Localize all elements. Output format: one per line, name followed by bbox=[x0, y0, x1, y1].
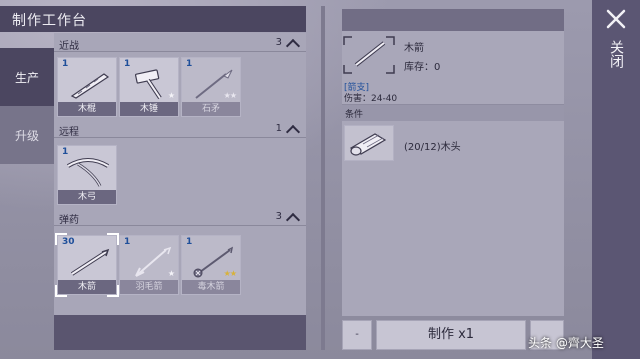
window-title-bar: 制作工作台 bbox=[0, 6, 306, 32]
collapse-chevron-icon[interactable] bbox=[285, 38, 301, 54]
rarity-stars: ★ bbox=[167, 269, 175, 278]
close-label[interactable]: 关闭 bbox=[608, 40, 624, 68]
detail-panel: 木箭 库存：0 [箭支] 伤害：24-40 条件 (20/12)木头 bbox=[342, 31, 564, 316]
collapse-chevron-icon[interactable] bbox=[285, 124, 301, 140]
recipe-card-wooden-hammer[interactable]: 1 ★ 木锤 bbox=[119, 57, 179, 117]
detail-item-frame bbox=[342, 35, 396, 75]
list-footer bbox=[54, 315, 306, 350]
category-count: 3 bbox=[275, 37, 282, 48]
close-panel[interactable]: 关闭 bbox=[592, 0, 640, 359]
window-title: 制作工作台 bbox=[12, 13, 87, 29]
recipe-card-wooden-stick[interactable]: 1 木棍 bbox=[57, 57, 117, 117]
side-tabs: 生产 升级 bbox=[0, 33, 54, 348]
category-header-ranged[interactable]: 远程 1 bbox=[54, 121, 306, 140]
material-slot[interactable] bbox=[344, 125, 394, 161]
rarity-stars: ★ bbox=[167, 91, 175, 100]
item-name: 毒木箭 bbox=[182, 280, 240, 294]
watermark: 头条 @齊大圣 bbox=[528, 336, 604, 350]
item-name: 木棍 bbox=[58, 102, 116, 116]
detail-title-bar bbox=[342, 9, 564, 31]
category-count: 1 bbox=[275, 123, 282, 134]
decrease-quantity-button[interactable]: - bbox=[342, 320, 372, 350]
recipe-card-poison-arrow[interactable]: 1 ★★ 毒木箭 bbox=[181, 235, 241, 295]
category-name: 近战 bbox=[59, 41, 79, 52]
rarity-stars: ★★ bbox=[223, 91, 237, 100]
close-icon[interactable] bbox=[601, 4, 631, 34]
panel-divider bbox=[321, 6, 325, 350]
detail-damage: 伤害：24-40 bbox=[344, 94, 398, 104]
conditions-header: 条件 bbox=[342, 104, 564, 121]
feather-arrow-icon bbox=[135, 246, 172, 277]
material-requirement: (20/12)木头 bbox=[404, 142, 461, 153]
category-header-ammo[interactable]: 弹药 3 bbox=[54, 209, 306, 228]
recipe-card-feather-arrow[interactable]: 1 ★ 羽毛箭 bbox=[119, 235, 179, 295]
category-name: 弹药 bbox=[59, 215, 79, 226]
wooden-bow-icon bbox=[66, 158, 110, 187]
tab-produce[interactable]: 生产 bbox=[0, 48, 54, 106]
wooden-stick-icon bbox=[70, 73, 110, 99]
recipe-card-stone-spear[interactable]: 1 ★★ 石矛 bbox=[181, 57, 241, 117]
detail-stock: 库存：0 bbox=[404, 62, 441, 73]
collapse-chevron-icon[interactable] bbox=[285, 212, 301, 228]
item-name: 木锤 bbox=[120, 102, 178, 116]
wooden-arrow-icon bbox=[70, 248, 110, 276]
wood-log-icon bbox=[349, 133, 387, 156]
detail-item-name: 木箭 bbox=[404, 43, 424, 54]
recipe-card-wooden-bow[interactable]: 1 木弓 bbox=[57, 145, 117, 205]
category-count: 3 bbox=[275, 211, 282, 222]
wooden-hammer-icon bbox=[134, 69, 162, 100]
recipe-card-wooden-arrow[interactable]: 30 木箭 bbox=[57, 235, 117, 295]
item-name: 石矛 bbox=[182, 102, 240, 116]
wooden-arrow-icon bbox=[343, 36, 395, 74]
item-name: 木箭 bbox=[58, 280, 116, 294]
category-header-melee[interactable]: 近战 3 bbox=[54, 35, 306, 54]
rarity-stars: ★★ bbox=[223, 269, 237, 278]
conditions-label: 条件 bbox=[345, 110, 364, 120]
craft-button[interactable]: 制作 x1 bbox=[376, 320, 526, 350]
recipe-list[interactable]: 近战 3 1 木棍 1 ★ 木锤 1 ★★ 石矛 远程 1 1 木弓 弹药 3 … bbox=[54, 33, 306, 315]
tab-upgrade[interactable]: 升级 bbox=[0, 106, 54, 164]
category-name: 远程 bbox=[59, 127, 79, 138]
item-name: 木弓 bbox=[58, 190, 116, 204]
item-name: 羽毛箭 bbox=[120, 280, 178, 294]
